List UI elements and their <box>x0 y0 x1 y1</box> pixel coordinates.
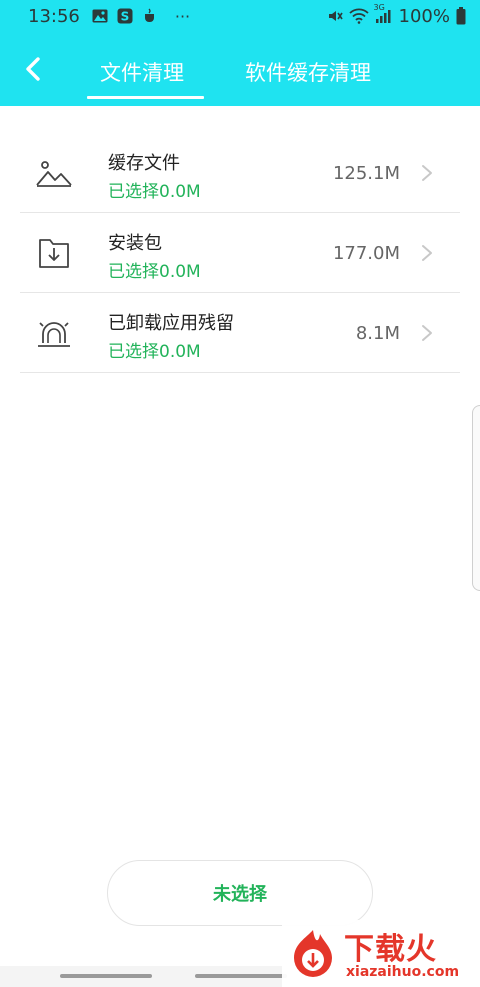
top-bar: 13:56 S ··· 3G 100% 文件清理 软件缓存清理 <box>0 0 480 106</box>
svg-text:S: S <box>121 10 130 24</box>
item-size: 125.1M <box>332 163 400 184</box>
list-item-install-packages[interactable]: 安装包 已选择0.0M 177.0M <box>20 213 460 293</box>
chevron-right-icon <box>422 245 432 261</box>
more-dots-icon: ··· <box>174 6 191 26</box>
chevron-right-icon <box>422 165 432 181</box>
tab-app-cache-cleanup[interactable]: 软件缓存清理 <box>245 57 371 87</box>
watermark: 下载火 xiazaihuo.com <box>282 920 480 987</box>
item-selected: 已选择0.0M <box>108 342 201 362</box>
network-type-label: 3G <box>373 3 385 12</box>
download-box-icon <box>34 233 74 273</box>
signal-icon: 3G <box>374 3 393 24</box>
tab-file-cleanup[interactable]: 文件清理 <box>100 57 184 87</box>
watermark-url: xiazaihuo.com <box>346 964 460 980</box>
active-tab-indicator <box>87 96 204 99</box>
list-item-cache-files[interactable]: 缓存文件 已选择0.0M 125.1M <box>20 133 460 213</box>
gallery-icon <box>92 9 108 23</box>
item-selected: 已选择0.0M <box>108 182 201 202</box>
back-button[interactable] <box>18 52 48 86</box>
edge-panel-handle[interactable] <box>472 405 480 591</box>
nav-recents-button[interactable] <box>60 974 152 978</box>
watermark-title: 下载火 <box>344 932 437 967</box>
battery-icon <box>456 7 466 25</box>
status-right: 3G 100% <box>327 3 466 27</box>
item-title: 安装包 <box>108 233 162 254</box>
wifi-icon <box>348 8 369 24</box>
cup-icon <box>142 8 158 24</box>
mute-icon <box>327 8 343 24</box>
status-bar: 13:56 S ··· 3G 100% <box>0 0 480 32</box>
item-title: 缓存文件 <box>108 153 180 174</box>
alarm-light-icon <box>34 313 74 353</box>
chevron-left-icon <box>26 57 40 81</box>
select-action-button[interactable]: 未选择 <box>107 860 373 926</box>
image-icon <box>34 153 74 193</box>
item-size: 177.0M <box>332 243 400 264</box>
battery-percent: 100% <box>398 5 450 27</box>
status-notification-icons: S ··· <box>92 7 190 26</box>
flame-logo-icon <box>294 930 332 977</box>
list-item-uninstalled-residue[interactable]: 已卸载应用残留 已选择0.0M 8.1M <box>20 293 460 373</box>
chevron-right-icon <box>422 325 432 341</box>
item-title: 已卸载应用残留 <box>108 313 234 334</box>
s-app-icon: S <box>117 8 133 24</box>
header: 文件清理 软件缓存清理 <box>0 32 480 106</box>
item-size: 8.1M <box>355 323 400 344</box>
item-selected: 已选择0.0M <box>108 262 201 282</box>
cleanup-list: 缓存文件 已选择0.0M 125.1M 安装包 已选择0.0M 177.0M 已… <box>20 133 460 373</box>
nav-home-button[interactable] <box>195 974 287 978</box>
status-time: 13:56 <box>28 5 80 27</box>
